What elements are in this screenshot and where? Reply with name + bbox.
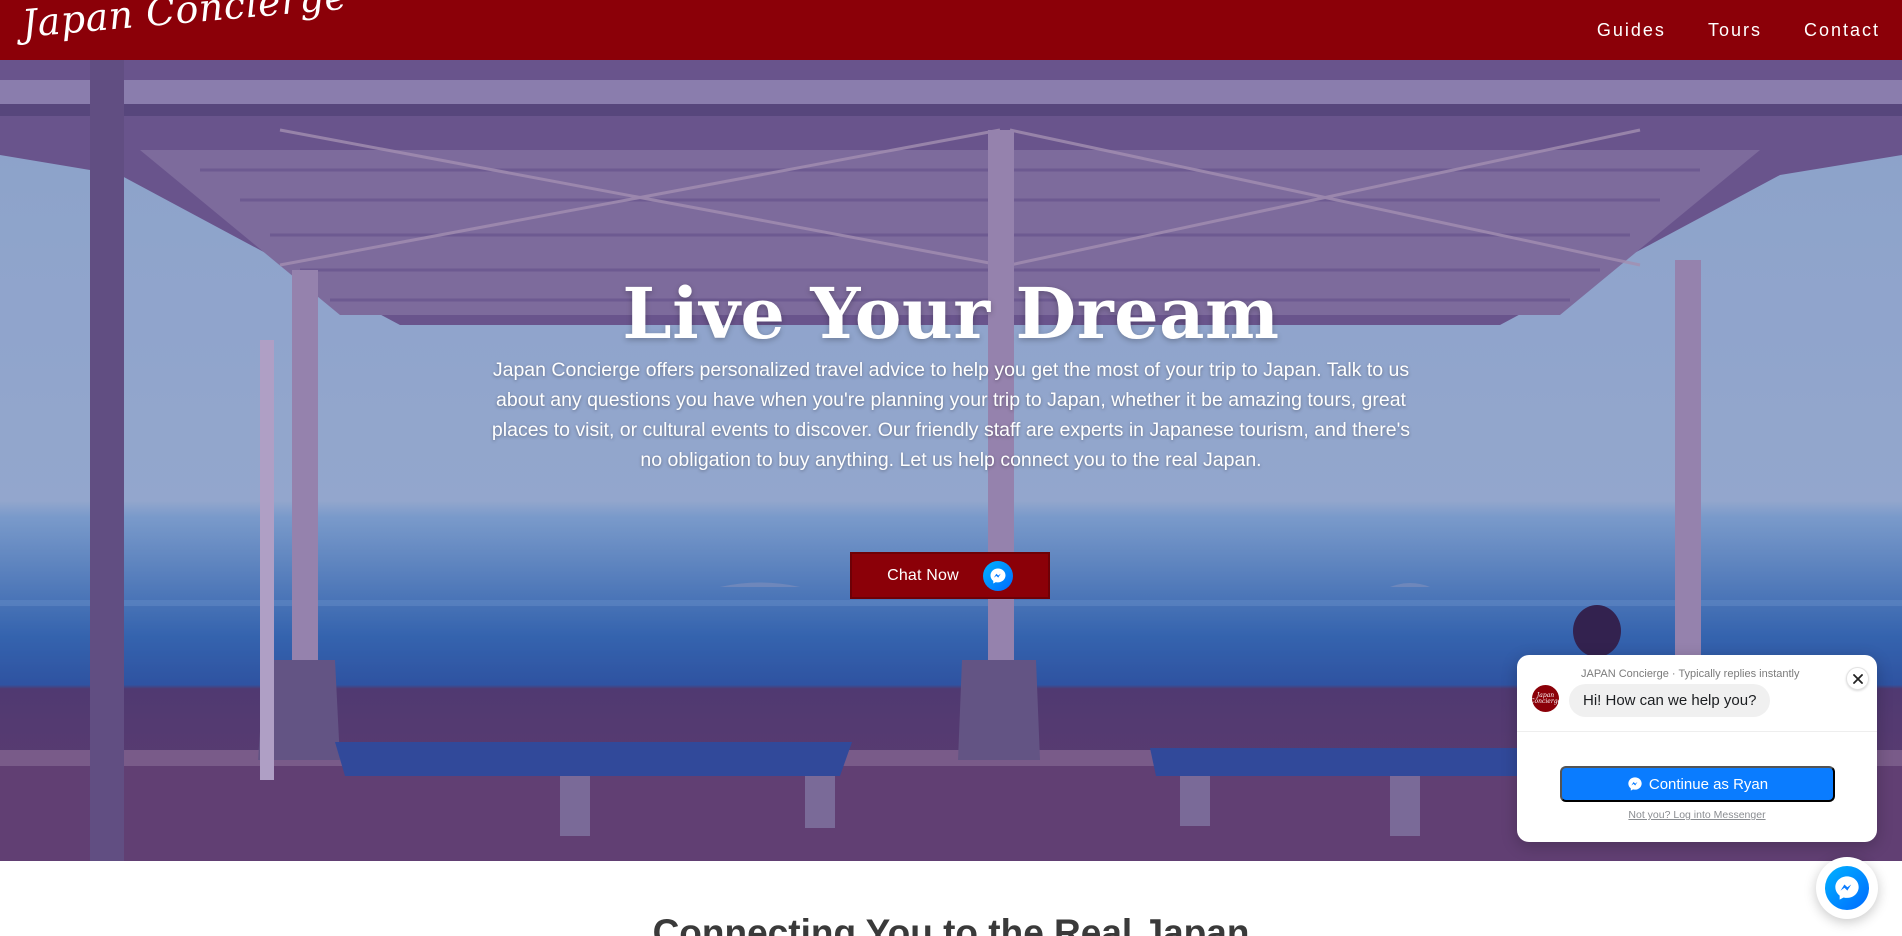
main-nav: Guides Tours Contact: [1597, 20, 1880, 41]
messenger-chat-launcher[interactable]: [1816, 857, 1878, 919]
messenger-icon: [982, 560, 1013, 591]
avatar-logo-text: Japan Concierge: [1529, 691, 1562, 705]
page-name: JAPAN Concierge: [1581, 668, 1669, 680]
continue-label: Continue as Ryan: [1648, 775, 1769, 793]
close-popup-button[interactable]: [1846, 667, 1869, 690]
continue-as-user-button[interactable]: Continue as Ryan: [1560, 766, 1835, 802]
chat-now-button[interactable]: Chat Now: [850, 552, 1050, 599]
popup-header: JAPAN Concierge · Typically replies inst…: [1581, 668, 1800, 680]
hero-title: Live Your Dream: [622, 272, 1280, 355]
section-heading: Connecting You to the Real Japan: [652, 912, 1250, 936]
greeting-bubble: Hi! How can we help you?: [1569, 684, 1771, 717]
page-avatar: Japan Concierge: [1529, 685, 1562, 712]
messenger-chat-popup: Japan Concierge JAPAN Concierge · Typica…: [1517, 655, 1877, 842]
popup-divider: [1517, 731, 1877, 732]
close-icon: [1852, 673, 1863, 684]
top-navbar: Japan Concierge Guides Tours Contact: [0, 0, 1902, 60]
greeting-text: Hi! How can we help you?: [1583, 692, 1757, 709]
messenger-icon: [1628, 777, 1642, 791]
chat-now-label: Chat Now: [887, 566, 959, 584]
nav-link-tours[interactable]: Tours: [1708, 20, 1762, 41]
nav-link-guides[interactable]: Guides: [1597, 20, 1666, 41]
messenger-icon: [1825, 866, 1869, 910]
nav-link-contact[interactable]: Contact: [1804, 20, 1880, 41]
reply-time: Typically replies instantly: [1678, 668, 1800, 680]
hero-description: Japan Concierge offers personalized trav…: [491, 359, 1411, 471]
site-logo[interactable]: Japan Concierge: [20, 0, 349, 46]
log-into-messenger-link[interactable]: Not you? Log into Messenger: [1517, 809, 1877, 821]
